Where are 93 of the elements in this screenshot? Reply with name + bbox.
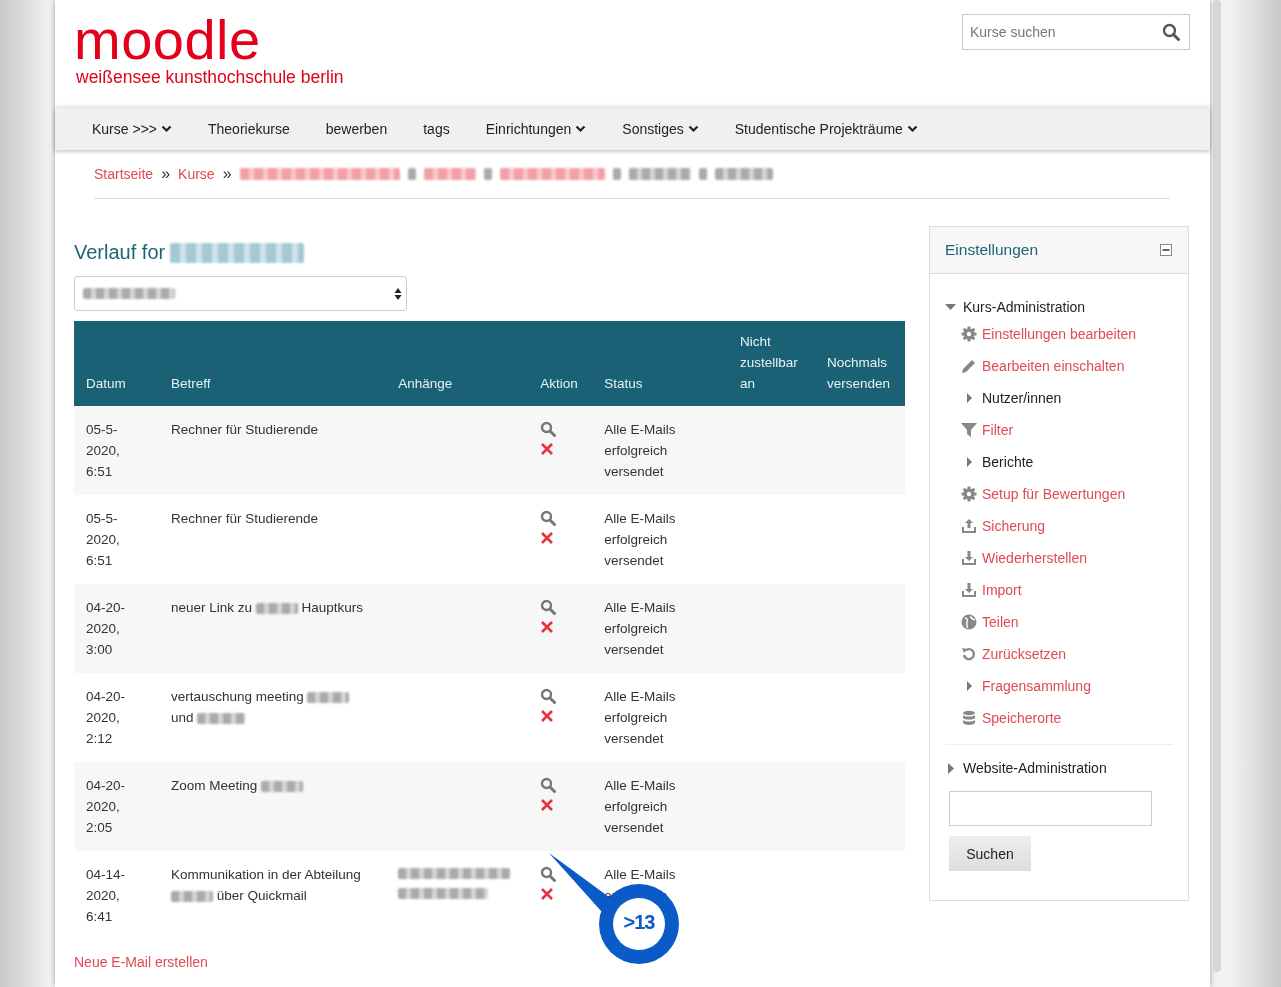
filter-icon: [961, 422, 977, 438]
user-select[interactable]: [74, 276, 407, 311]
settings-link[interactable]: Wiederherstellen: [982, 550, 1088, 566]
search-button[interactable]: Suchen: [949, 836, 1031, 871]
nav-menu-item[interactable]: Theoriekurse: [208, 121, 290, 137]
download-icon: [961, 550, 977, 566]
settings-link[interactable]: Speicherorte: [982, 710, 1062, 726]
nav-menu-item[interactable]: Kurse >>>: [92, 121, 172, 137]
date-cell: 04-20-2020, 2:12: [86, 689, 126, 746]
status-cell: Alle E-Mails erfolgreich versendet: [604, 600, 676, 657]
nav-menu-item[interactable]: bewerben: [325, 121, 388, 137]
breadcrumb-link[interactable]: Startseite: [94, 166, 154, 182]
date-cell: 04-14-2020, 6:41: [86, 867, 126, 924]
settings-link[interactable]: Zurücksetzen: [982, 646, 1067, 662]
column-header: Status: [592, 321, 729, 406]
scrollbar[interactable]: [1213, 0, 1221, 972]
search-icon[interactable]: [540, 599, 557, 615]
search-icon[interactable]: [540, 421, 557, 437]
redacted-separator: [407, 168, 416, 180]
redacted-separator: [483, 168, 492, 180]
chevron-down-icon: [161, 125, 172, 133]
delete-icon[interactable]: [540, 798, 555, 812]
settings-link[interactable]: Einstellungen bearbeiten: [982, 326, 1137, 342]
date-cell: 04-20-2020, 3:00: [86, 600, 126, 657]
delete-icon[interactable]: [540, 531, 555, 545]
page-heading: Verlauf for: [74, 241, 166, 264]
search-icon[interactable]: [540, 777, 557, 793]
search-icon[interactable]: [540, 866, 557, 882]
date-cell: 05-5-2020, 6:51: [86, 511, 120, 568]
status-cell: Alle E-Mails erfolgreich versendet: [604, 422, 676, 479]
subject-cell-text: neuer Link zu Hauptkurs: [170, 599, 364, 617]
new-email-link[interactable]: Neue E-Mail erstellen: [74, 954, 208, 970]
globe-icon: [961, 614, 977, 630]
delete-icon[interactable]: [540, 887, 555, 901]
reset-icon: [961, 646, 977, 662]
panel-title: Einstellungen: [945, 241, 1039, 259]
nav-menu-item[interactable]: Einrichtungen: [485, 121, 587, 137]
status-cell: Alle E-Mails erfolgreich versendet: [604, 511, 676, 568]
column-header: Anhänge: [386, 321, 529, 406]
gear-icon: [961, 486, 977, 502]
status-cell: Alle E-Mails erfolgreich versendet: [604, 778, 676, 835]
breadcrumb-separator: »: [161, 165, 171, 183]
nav-menu-item[interactable]: tags: [423, 121, 450, 137]
status-cell: Alle E-Mails erfolgreich versendet: [604, 689, 676, 746]
settings-link[interactable]: Bearbeiten einschalten: [982, 358, 1125, 374]
subject-cell-text: Rechner für Studierende: [170, 421, 319, 439]
gear-icon: [961, 326, 977, 342]
redacted-separator: [612, 168, 621, 180]
settings-link[interactable]: Sicherung: [982, 518, 1046, 534]
chevron-down-icon: [906, 125, 918, 133]
pencil-icon: [961, 358, 977, 374]
search-icon[interactable]: [540, 510, 557, 526]
date-cell: 05-5-2020, 6:51: [86, 422, 120, 479]
date-cell: 04-20-2020, 2:05: [86, 778, 126, 835]
tree-node[interactable]: Berichte: [982, 454, 1034, 470]
nav-menu-item[interactable]: Sonstiges: [622, 121, 699, 137]
chevron-down-icon: [575, 125, 587, 133]
search-icon[interactable]: [1162, 23, 1180, 41]
breadcrumb-separator: »: [222, 165, 232, 183]
tree-node[interactable]: Nutzer/innen: [982, 390, 1062, 406]
breadcrumb-link[interactable]: Kurse: [178, 166, 215, 182]
redacted-separator: [698, 168, 707, 180]
download-icon: [961, 582, 977, 598]
subject-cell: Zoom Meeting: [170, 775, 375, 796]
search-icon[interactable]: [540, 688, 557, 704]
column-header: Betreff: [158, 321, 387, 406]
column-header: Aktion: [528, 321, 593, 406]
column-header: Datum: [74, 321, 159, 406]
database-icon: [961, 710, 977, 726]
search-field[interactable]: [949, 791, 1152, 826]
tree-node[interactable]: Kurs-Administration: [945, 296, 1173, 318]
chevron-down-icon: [687, 125, 699, 133]
school-name: weißensee kunsthochschule berlin: [76, 66, 344, 88]
delete-icon[interactable]: [540, 620, 555, 634]
upload-icon: [961, 518, 977, 534]
updown-arrows-icon: [394, 286, 402, 301]
search-field[interactable]: Kurse suchen: [962, 14, 1190, 50]
subject-cell-text: Rechner für Studierende: [170, 510, 319, 528]
delete-icon[interactable]: [540, 709, 555, 723]
settings-link[interactable]: Setup für Bewertungen: [982, 486, 1126, 502]
moodle-logo[interactable]: moodle: [74, 14, 344, 66]
subject-cell: vertauschung meeting und: [170, 686, 375, 728]
settings-link[interactable]: Import: [982, 582, 1022, 598]
delete-icon[interactable]: [540, 442, 555, 456]
tree-node[interactable]: Website-Administration: [945, 757, 1173, 779]
column-header: Nicht zustellbar an: [728, 321, 815, 406]
settings-link[interactable]: Teilen: [982, 614, 1019, 630]
settings-link[interactable]: Filter: [982, 422, 1014, 438]
settings-link[interactable]: Fragensammlung: [982, 678, 1091, 694]
subject-cell-text: Kommunikation in der Abteilung über Quickmail: [170, 866, 362, 905]
collapse-icon[interactable]: [1160, 244, 1172, 256]
column-header: Nochmals versenden: [815, 321, 905, 406]
nav-menu-item[interactable]: Studentische Projekträume: [734, 121, 918, 137]
